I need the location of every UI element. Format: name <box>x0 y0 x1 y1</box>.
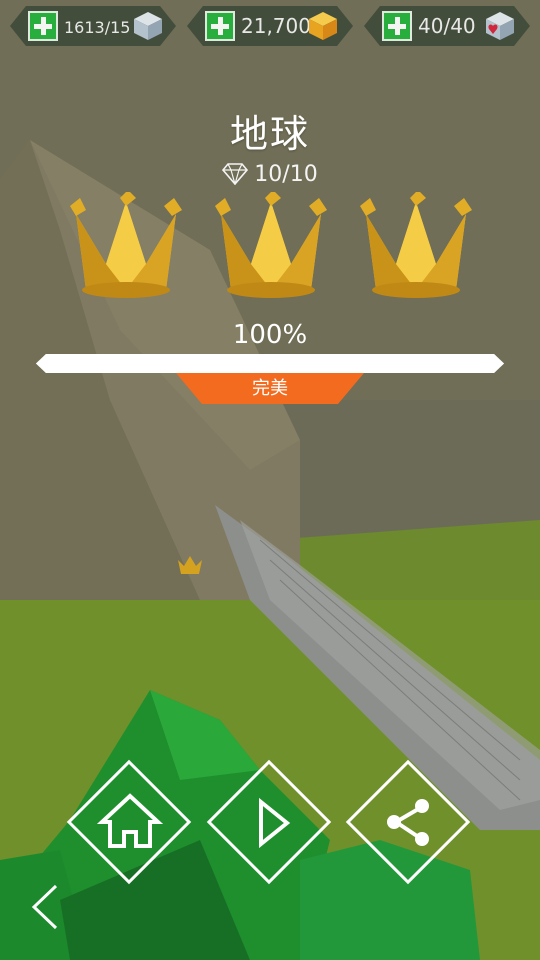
level-title: 地球 <box>229 112 310 156</box>
currency-bar: 1613/15 21,700 40/40 <box>0 0 540 52</box>
crown-1-icon <box>70 192 182 298</box>
lives-count: 40/40 <box>418 14 476 38</box>
play-icon <box>259 797 291 849</box>
crown-2-icon <box>215 192 327 298</box>
cube-count: 1613/15 <box>64 18 131 37</box>
home-icon <box>96 793 164 848</box>
progress-bar <box>36 354 504 373</box>
cube-counter[interactable]: 1613/15 <box>10 6 176 46</box>
lives-counter[interactable]: 40/40 <box>364 6 530 46</box>
diamond-icon <box>222 163 249 187</box>
ice-cube-icon <box>132 10 164 42</box>
gem-count: 10/10 <box>254 162 318 187</box>
gold-counter[interactable]: 21,700 <box>187 6 353 46</box>
progress-bar-fill <box>36 354 504 373</box>
world-crown-icon <box>178 556 202 574</box>
gold-cube-icon <box>307 10 339 42</box>
add-gold-button[interactable] <box>205 11 235 41</box>
gem-counter: 10/10 <box>0 160 540 190</box>
gold-count: 21,700 <box>241 14 311 38</box>
home-button[interactable] <box>65 758 195 888</box>
play-button[interactable] <box>205 758 335 888</box>
add-lives-button[interactable] <box>382 11 412 41</box>
heart-cube-icon <box>484 10 516 42</box>
share-icon <box>387 799 429 846</box>
progress-percent: 100% <box>232 320 308 350</box>
add-cubes-button[interactable] <box>28 11 58 41</box>
share-button[interactable] <box>344 758 474 888</box>
crown-3-icon <box>360 192 472 298</box>
chevron-left-icon[interactable] <box>26 880 66 934</box>
rating-badge: 完美 <box>176 373 364 404</box>
